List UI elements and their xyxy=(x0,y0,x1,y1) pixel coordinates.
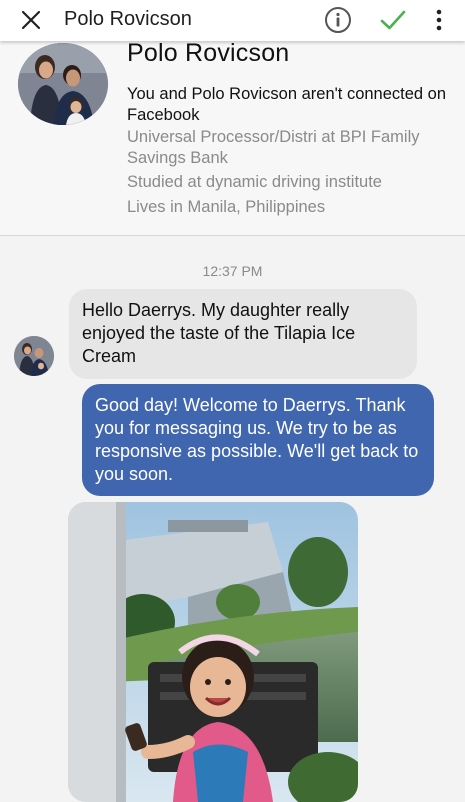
sender-avatar[interactable] xyxy=(14,336,54,376)
outgoing-message-bubble[interactable]: Good day! Welcome to Daerrys. Thank you … xyxy=(82,384,434,496)
info-icon[interactable] xyxy=(324,6,352,34)
photo-attachment[interactable] xyxy=(68,502,358,802)
close-icon[interactable] xyxy=(20,9,42,31)
profile-avatar[interactable] xyxy=(18,43,108,125)
profile-detail-education: Studied at dynamic driving institute xyxy=(127,173,382,191)
top-app-bar: Polo Rovicson xyxy=(0,0,465,41)
connection-status: You and Polo Rovicson aren't connected o… xyxy=(127,85,447,124)
conversation-title: Polo Rovicson xyxy=(64,8,192,30)
more-vertical-icon[interactable] xyxy=(434,8,444,32)
profile-detail-location: Lives in Manila, Philippines xyxy=(127,198,326,216)
profile-detail-work: Universal Processor/Distri at BPI Family… xyxy=(127,128,420,167)
check-icon[interactable] xyxy=(380,8,406,32)
incoming-message-bubble[interactable]: Hello Daerrys. My daughter really enjoye… xyxy=(69,289,417,379)
profile-name: Polo Rovicson xyxy=(127,41,290,67)
profile-card: Polo Rovicson You and Polo Rovicson aren… xyxy=(0,41,465,236)
message-timestamp: 12:37 PM xyxy=(202,263,263,279)
